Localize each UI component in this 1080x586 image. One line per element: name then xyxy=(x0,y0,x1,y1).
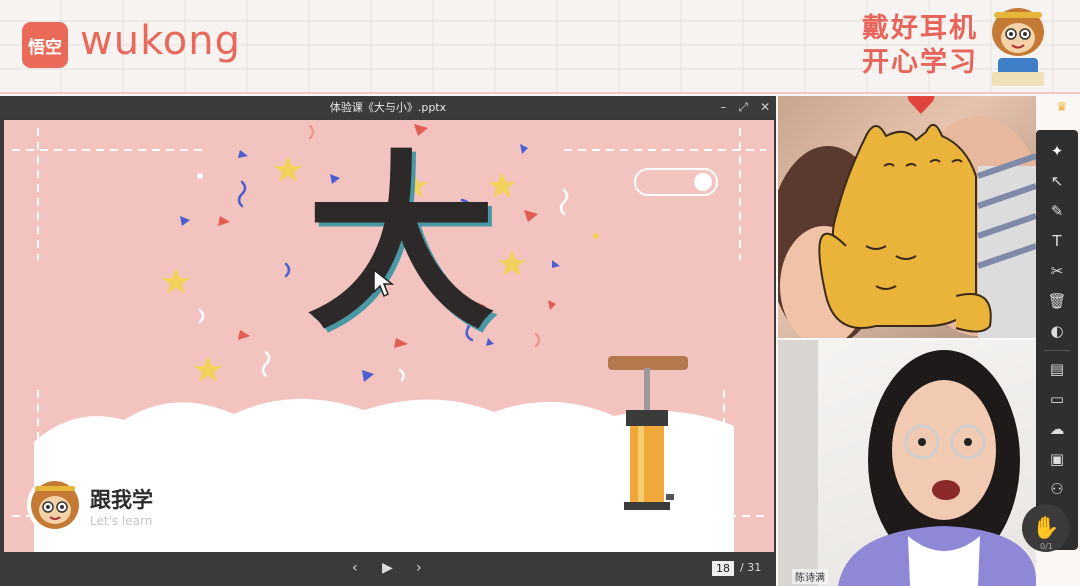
toolbox-icon[interactable]: ▣ xyxy=(1042,446,1072,472)
scissors-icon[interactable]: ✂ xyxy=(1042,258,1072,284)
total-pages: / 31 xyxy=(740,561,762,574)
slogan-line-2: 开心学习 xyxy=(862,47,978,78)
lets-learn-label: Let's learn xyxy=(90,514,153,528)
chat-icon[interactable]: ▭ xyxy=(1042,386,1072,412)
users-icon[interactable]: ⚇ xyxy=(1042,476,1072,502)
notes-icon[interactable]: ▤ xyxy=(1042,356,1072,382)
monkey-avatar-icon xyxy=(27,477,83,533)
presentation-footer: ‹ ▶ › 18 / 31 xyxy=(0,552,776,586)
wukong-logo-text: wukong xyxy=(80,18,242,64)
air-pump-icon xyxy=(608,356,688,510)
trash-icon[interactable]: 🗑 xyxy=(1042,288,1072,314)
presentation-title: 体验课《大与小》.pptx xyxy=(329,101,447,114)
play-slide-button[interactable]: ▶ xyxy=(382,560,393,576)
next-slide-button[interactable]: › xyxy=(416,560,422,576)
follow-me-label: 跟我学 xyxy=(90,488,153,512)
mouse-cursor-icon xyxy=(373,268,395,298)
slogan-line-1: 戴好耳机 xyxy=(862,13,978,44)
wukong-logo-badge: 悟空 xyxy=(22,22,68,68)
select-move-icon[interactable]: ↖ xyxy=(1042,168,1072,194)
toggle-knob xyxy=(694,173,712,191)
pen-icon[interactable]: ✎ xyxy=(1042,198,1072,224)
teacher-video: 陈诗满 xyxy=(778,340,1036,586)
laser-pointer-icon[interactable]: ✦ xyxy=(1042,138,1072,164)
teacher-figure xyxy=(778,340,1036,586)
whiteboard-toolbar: ✦ ↖ ✎ T ✂ 🗑 ◐ ▤ ▭ ☁ ▣ ⚇ xyxy=(1036,130,1078,550)
hand-icon: ✋ xyxy=(1032,515,1060,541)
chinese-character-da: 大 xyxy=(306,134,497,355)
prev-slide-button[interactable]: ‹ xyxy=(352,560,358,576)
text-tool-icon[interactable]: T xyxy=(1042,228,1072,254)
presentation-window: 体验课《大与小》.pptx – ⤢ ✕ 大 跟我学 Let's learn ‹ … xyxy=(0,96,776,586)
slide-canvas[interactable]: 大 跟我学 Let's learn xyxy=(4,120,774,552)
cloud-icon[interactable]: ☁ xyxy=(1042,416,1072,442)
hand-count: 0/1 xyxy=(1040,542,1053,551)
toggle-icon[interactable]: ◐ xyxy=(1042,318,1072,344)
monkey-mascot-icon xyxy=(992,8,1044,86)
heart-icon xyxy=(907,96,935,114)
slogan: 戴好耳机 开心学习 xyxy=(862,12,978,80)
current-page-input[interactable]: 18 xyxy=(712,561,734,576)
restore-icon[interactable]: ⤢ xyxy=(738,100,748,115)
student-video xyxy=(778,96,1036,338)
teacher-name-label: 陈诗满 xyxy=(792,569,828,584)
hugging-cats-sticker xyxy=(818,96,992,333)
window-controls: – ⤢ ✕ xyxy=(720,96,770,118)
toolbar-divider xyxy=(1044,350,1070,351)
slide-toggle-switch[interactable] xyxy=(634,168,718,196)
minimize-icon[interactable]: – xyxy=(720,100,726,114)
presentation-titlebar: 体验课《大与小》.pptx – ⤢ ✕ xyxy=(0,96,776,118)
top-banner: 悟空 wukong 戴好耳机 开心学习 xyxy=(0,0,1080,94)
close-icon[interactable]: ✕ xyxy=(760,100,770,114)
crown-icon: ♛ xyxy=(1056,100,1068,115)
